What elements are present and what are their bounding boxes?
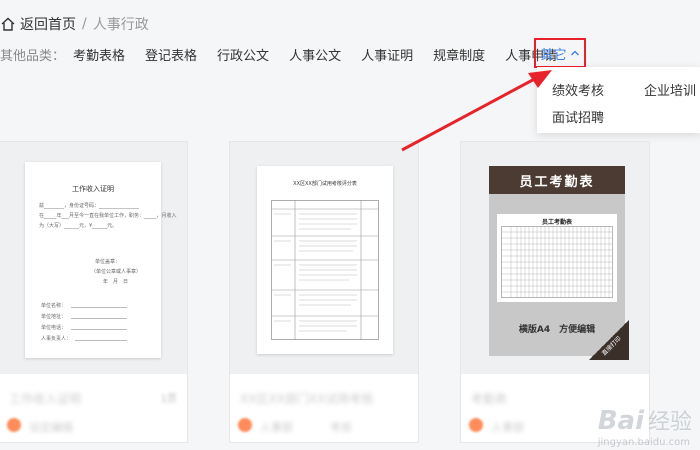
filter-item-admin-docs[interactable]: 行政公文 [217, 45, 269, 64]
chevron-up-icon [570, 50, 579, 56]
filter-item-registration[interactable]: 登记表格 [145, 45, 197, 64]
filter-label: 其他品类： [0, 48, 66, 64]
card-author: 设定编辑 [29, 421, 73, 434]
card-thumbnail: XX区XX部门试用考核评分表 [230, 142, 418, 374]
doc-line: 年 月 日 [103, 279, 129, 285]
card-thumbnail: 员工考勤表 员工考勤表 横版A4 方便编辑 直接打印 [461, 142, 649, 374]
underline [71, 329, 127, 330]
preview-sheet: 员工考勤表 [497, 214, 617, 302]
template-card[interactable]: 工作收入证明 兹________，身份证号码：________________ … [0, 141, 188, 443]
watermark-url: jingyan.baidu.com [597, 437, 690, 448]
card-title[interactable]: 工作收入证明 [9, 390, 81, 407]
underline [75, 340, 127, 341]
document-preview: XX区XX部门试用考核评分表 [257, 166, 393, 354]
template-card[interactable]: XX区XX部门试用考核评分表 XX区XX部门XX试用考核 人事部 考核 [229, 141, 419, 443]
table-grid [271, 200, 379, 340]
doc-line: 为（大写）______元，¥______元。 [39, 223, 118, 229]
doc-heading: XX区XX部门试用考核评分表 [293, 181, 357, 187]
back-home-link[interactable]: 返回首页 [20, 14, 76, 34]
attendance-grid [501, 226, 613, 298]
filter-item-regulations[interactable]: 规章制度 [433, 45, 485, 64]
doc-line: 人事负责人： [41, 336, 72, 342]
home-icon[interactable] [0, 16, 16, 32]
card-page-count: 1页 [160, 394, 177, 405]
card-author: 人事部 [491, 421, 524, 434]
filter-item-hr-docs[interactable]: 人事公文 [289, 45, 341, 64]
filter-more-label: 其它 [540, 47, 567, 63]
breadcrumb-current: 人事行政 [92, 17, 149, 33]
card-title[interactable]: XX区XX部门XX试用考核 [240, 390, 373, 407]
breadcrumb-separator: / [82, 16, 87, 32]
avatar [238, 418, 252, 432]
avatar [7, 418, 21, 432]
doc-line: 单位名称： [41, 303, 67, 309]
dropdown-item-performance[interactable]: 绩效考核 [552, 80, 604, 99]
dropdown-item-training[interactable]: 企业培训 [644, 80, 696, 99]
card-tag: 考核 [330, 421, 352, 434]
category-filter-bar: 其他品类： 考勤表格 登记表格 行政公文 人事公文 人事证明 规章制度 人事申请 [0, 44, 577, 64]
filter-item-attendance[interactable]: 考勤表格 [73, 45, 125, 64]
filter-item-hr-certificates[interactable]: 人事证明 [361, 45, 413, 64]
more-categories-dropdown: 绩效考核 企业培训 面试招聘 [537, 67, 700, 133]
avatar [469, 418, 483, 432]
doc-line: （单位公章或人事章） [91, 269, 142, 275]
attendance-template-preview: 员工考勤表 员工考勤表 横版A4 方便编辑 直接打印 [489, 166, 629, 360]
dropdown-item-recruitment[interactable]: 面试招聘 [552, 107, 604, 126]
doc-line: 单位地址： [41, 314, 67, 320]
filter-more-button[interactable]: 其它 [534, 38, 586, 68]
doc-line: 单位电话： [41, 325, 67, 331]
doc-line: 单位盖章： [95, 259, 121, 265]
preview-sheet-title: 员工考勤表 [541, 219, 572, 226]
card-author: 人事部 [260, 421, 293, 434]
card-thumbnail: 工作收入证明 兹________，身份证号码：________________ … [0, 142, 187, 374]
underline [71, 318, 127, 319]
preview-banner-title: 员工考勤表 [489, 166, 625, 194]
doc-line: 兹________，身份证号码：________________ [39, 203, 140, 209]
baidu-watermark: Bai 经验 [598, 404, 692, 436]
breadcrumb: 返回首页 / 人事行政 [0, 14, 149, 34]
card-title[interactable]: 考勤表 [471, 390, 507, 407]
watermark-sub: 经验 [647, 410, 692, 435]
watermark-brand: Bai [597, 406, 644, 436]
template-card[interactable]: 员工考勤表 员工考勤表 横版A4 方便编辑 直接打印 考勤表 人事部 [460, 141, 650, 443]
document-preview: 工作收入证明 兹________，身份证号码：________________ … [25, 162, 177, 358]
doc-line: 在_____年___月至今一直在我单位工作，职务：_____，月收入 [39, 213, 177, 219]
underline [71, 307, 127, 308]
doc-heading: 工作收入证明 [72, 185, 114, 193]
